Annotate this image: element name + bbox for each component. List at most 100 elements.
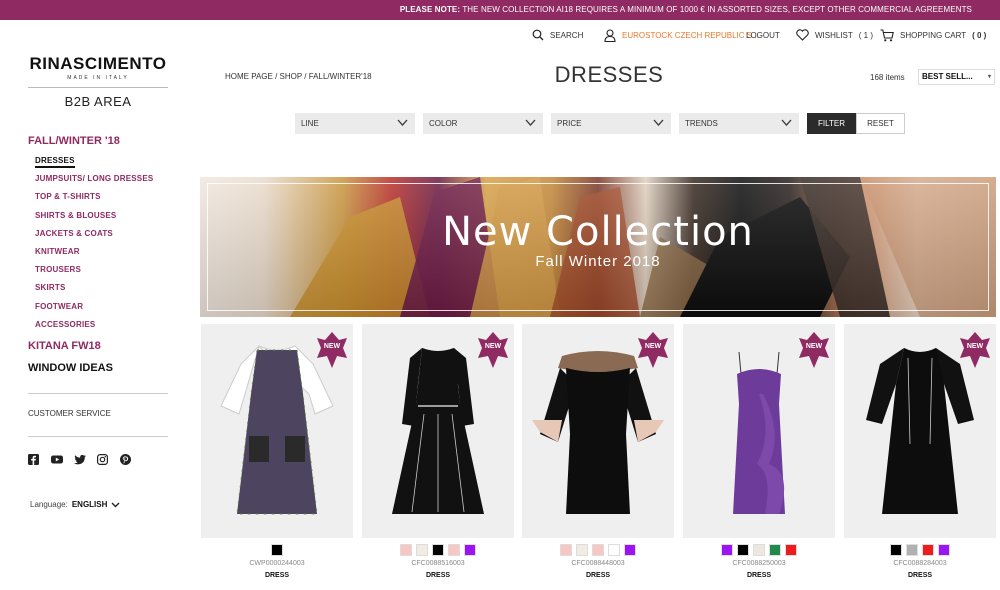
- color-swatch[interactable]: [560, 544, 572, 556]
- color-swatch[interactable]: [608, 544, 620, 556]
- color-swatch[interactable]: [432, 544, 444, 556]
- chevron-down-icon: ▾: [987, 74, 991, 80]
- color-swatch[interactable]: [400, 544, 412, 556]
- color-swatch[interactable]: [938, 544, 950, 556]
- product-card[interactable]: NEW CFC0088516003 DRESS: [362, 324, 514, 579]
- new-badge-icon: [478, 332, 508, 368]
- search-link[interactable]: SEARCH: [532, 26, 583, 44]
- color-swatch[interactable]: [753, 544, 765, 556]
- notice-text: THE NEW COLLECTION AI18 REQUIRES A MINIM…: [460, 5, 972, 14]
- facebook-icon[interactable]: [28, 452, 39, 465]
- wishlist-link[interactable]: WISHLIST ( 1 ): [796, 26, 873, 44]
- new-badge-icon: [638, 332, 668, 368]
- new-badge-icon: [960, 332, 990, 368]
- color-swatch[interactable]: [464, 544, 476, 556]
- product-image[interactable]: NEW: [201, 324, 353, 538]
- nav-kitana[interactable]: KITANA FW18: [28, 340, 101, 352]
- product-code: CFC0088448003: [571, 560, 625, 567]
- wishlist-count: ( 1 ): [858, 30, 874, 40]
- logo-tag: MADE IN ITALY: [67, 75, 129, 81]
- nav-season[interactable]: FALL/WINTER '18: [28, 135, 120, 147]
- color-swatch[interactable]: [592, 544, 604, 556]
- filter-button[interactable]: FILTER: [807, 113, 856, 134]
- color-swatch[interactable]: [448, 544, 460, 556]
- category-item-knitwear[interactable]: KNITWEAR: [35, 246, 153, 264]
- chevron-down-icon: [653, 119, 664, 126]
- category-item-trousers[interactable]: TROUSERS: [35, 264, 153, 282]
- product-card[interactable]: NEW CFC0088250003 DRESS: [683, 324, 835, 579]
- filter-label: TRENDS: [685, 119, 718, 128]
- product-image[interactable]: NEW: [683, 324, 835, 538]
- color-swatch[interactable]: [785, 544, 797, 556]
- color-swatch[interactable]: [737, 544, 749, 556]
- color-swatch[interactable]: [576, 544, 588, 556]
- product-card[interactable]: NEW CFC0088284003 DRESS: [844, 324, 996, 579]
- youtube-icon[interactable]: [51, 452, 63, 464]
- color-swatch[interactable]: [271, 544, 283, 556]
- instagram-icon[interactable]: [97, 452, 109, 466]
- product-card[interactable]: NEW CFC0088448003 DRESS: [522, 324, 674, 579]
- category-item-accessories[interactable]: ACCESSORIES: [35, 319, 153, 337]
- filter-color-select[interactable]: COLOR: [423, 113, 543, 134]
- cart-icon: [880, 28, 894, 41]
- product-type: DRESS: [264, 572, 290, 579]
- product-code: CWP0000244003: [249, 560, 305, 567]
- color-swatch[interactable]: [890, 544, 902, 556]
- color-swatch[interactable]: [721, 544, 733, 556]
- reset-button[interactable]: RESET: [856, 113, 905, 134]
- sidebar-divider: [28, 436, 168, 437]
- twitter-icon[interactable]: [74, 452, 86, 465]
- category-item-dresses[interactable]: DRESSES: [35, 155, 153, 173]
- filter-label: LINE: [301, 119, 319, 128]
- category-item-skirts[interactable]: SKIRTS: [35, 282, 153, 300]
- logo[interactable]: RINASCIMENTO MADE IN ITALY B2B AREA: [28, 54, 168, 109]
- new-badge-label: NEW: [323, 343, 341, 350]
- breadcrumb[interactable]: HOME PAGE / SHOP / FALL/WINTER'18: [225, 72, 372, 81]
- new-badge: NEW: [478, 330, 508, 370]
- collection-banner[interactable]: New Collection Fall Winter 2018: [200, 177, 996, 317]
- pinterest-icon[interactable]: [120, 452, 131, 465]
- sort-select[interactable]: BEST SELL... ▾: [918, 69, 995, 85]
- filter-price-select[interactable]: PRICE: [551, 113, 671, 134]
- color-swatch[interactable]: [906, 544, 918, 556]
- chevron-down-icon: [111, 502, 120, 507]
- nav-window-ideas[interactable]: WINDOW IDEAS: [28, 362, 113, 374]
- language-label: Language:: [30, 500, 68, 509]
- new-badge: NEW: [799, 330, 829, 370]
- color-swatches: [362, 544, 514, 556]
- notice-prefix: PLEASE NOTE:: [399, 5, 461, 14]
- item-count: 168 items: [870, 73, 905, 82]
- product-card[interactable]: NEW CWP0000244003 DRESS: [201, 324, 353, 579]
- language-selector[interactable]: Language: ENGLISH: [30, 500, 120, 509]
- heart-icon: [796, 29, 809, 41]
- category-item-jackets[interactable]: JACKETS & COATS: [35, 228, 153, 246]
- filter-line-select[interactable]: LINE: [295, 113, 415, 134]
- product-image[interactable]: NEW: [522, 324, 674, 538]
- category-item-jumpsuits[interactable]: JUMPSUITS/ LONG DRESSES: [35, 173, 153, 191]
- product-code: CFC0088284003: [893, 560, 947, 567]
- color-swatch[interactable]: [624, 544, 636, 556]
- category-item-footwear[interactable]: FOOTWEAR: [35, 301, 153, 319]
- product-type: DRESS: [907, 572, 933, 579]
- product-image[interactable]: NEW: [362, 324, 514, 538]
- account-link[interactable]: EUROSTOCK CZECH REPUBLIC S...: [604, 26, 759, 44]
- category-list: DRESSES JUMPSUITS/ LONG DRESSES TOP & T-…: [35, 155, 153, 337]
- customer-service-link[interactable]: CUSTOMER SERVICE: [28, 409, 111, 418]
- search-icon: [532, 29, 544, 41]
- product-image[interactable]: NEW: [844, 324, 996, 538]
- cart-label: SHOPPING CART: [900, 30, 967, 40]
- color-swatch[interactable]: [416, 544, 428, 556]
- logout-link[interactable]: LOGOUT: [746, 26, 780, 44]
- product-type: DRESS: [425, 572, 451, 579]
- social-links: [28, 452, 131, 466]
- filter-label: PRICE: [557, 119, 582, 128]
- category-item-tops[interactable]: TOP & T-SHIRTS: [35, 191, 153, 209]
- color-swatches: [522, 544, 674, 556]
- cart-link[interactable]: SHOPPING CART ( 0 ): [880, 26, 986, 44]
- filter-trends-select[interactable]: TRENDS: [679, 113, 799, 134]
- color-swatch[interactable]: [922, 544, 934, 556]
- color-swatch[interactable]: [769, 544, 781, 556]
- category-item-shirts[interactable]: SHIRTS & BLOUSES: [35, 210, 153, 228]
- new-badge: NEW: [638, 330, 668, 370]
- new-badge-icon: [317, 332, 347, 368]
